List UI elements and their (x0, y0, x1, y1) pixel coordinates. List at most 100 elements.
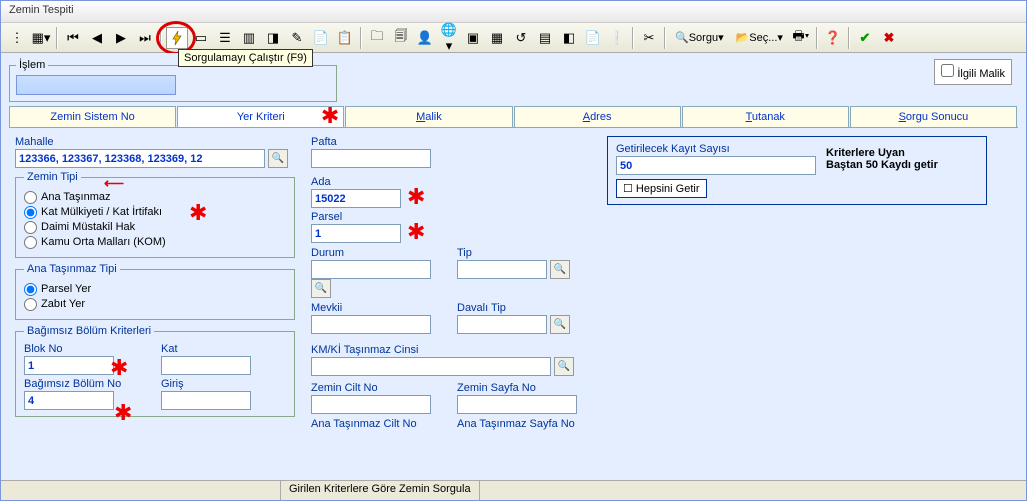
tb-icon-9[interactable]: 🗐 (390, 27, 412, 49)
zt-ana-tasinmaz[interactable]: Ana Taşınmaz (24, 191, 111, 203)
lightning-icon (169, 30, 185, 46)
tb-icon-16[interactable]: 📄 (582, 27, 604, 49)
tb-icon-8[interactable]: 🗀 (366, 27, 388, 49)
getir-description: Kriterlere UyanBaştan 50 Kaydı getir (826, 143, 938, 171)
zt-daimi-mustakil[interactable]: Daimi Müstakil Hak (24, 221, 135, 233)
tab-sorgu-sonucu[interactable]: Sorgu Sonucu (850, 106, 1017, 127)
ada-input[interactable] (311, 189, 401, 208)
zemin-tipi-group: Zemin Tipi ⟵ Ana Taşınmaz Kat Mülkiyeti … (15, 171, 295, 258)
nav-first-icon[interactable]: ⏮ (62, 27, 84, 49)
asayfa-label: Ana Taşınmaz Sayfa No (457, 418, 591, 430)
run-query-button[interactable] (166, 27, 188, 49)
kmki-label: KM/Kİ Taşınmaz Cinsi (311, 344, 591, 356)
tb-icon-11[interactable]: ▣ (462, 27, 484, 49)
att-parsel-yer[interactable]: Parsel Yer (24, 283, 91, 295)
zt-kat-mulkiyeti[interactable]: Kat Mülkiyeti / Kat İrtifakı (24, 206, 162, 218)
ilgili-malik-box: İlgili Malik (934, 59, 1012, 85)
bb-no-input[interactable] (24, 391, 114, 410)
column-1: Mahalle 🔍 Zemin Tipi ⟵ Ana Taşınmaz Kat … (15, 136, 295, 431)
tip-input[interactable] (457, 260, 547, 279)
getir-label: Getirilecek Kayıt Sayısı (616, 143, 816, 155)
zsayfa-label: Zemin Sayfa No (457, 382, 591, 394)
mahalle-input[interactable] (15, 149, 265, 168)
pafta-label: Pafta (311, 136, 591, 148)
tb-icon-1[interactable]: ▭ (190, 27, 212, 49)
print-icon[interactable]: 🖶▾ (790, 27, 812, 49)
ilgili-malik-checkbox[interactable] (941, 64, 954, 77)
calendar-dropdown-icon[interactable]: ▦▾ (30, 27, 52, 49)
kat-label: Kat (161, 343, 286, 355)
tab-zemin-sistem-no[interactable]: Zemin Sistem No (9, 106, 176, 127)
tb-icon-14[interactable]: ▤ (534, 27, 556, 49)
giris-input[interactable] (161, 391, 251, 410)
kmki-lookup-icon[interactable]: 🔍 (554, 357, 574, 376)
getir-count-input[interactable] (616, 156, 816, 175)
tb-icon-6[interactable]: 📄 (310, 27, 332, 49)
tb-icon-5[interactable]: ✎ (286, 27, 308, 49)
islem-input[interactable] (16, 75, 176, 95)
pafta-input[interactable] (311, 149, 431, 168)
tab-malik[interactable]: Malik (345, 106, 512, 127)
blok-no-label: Blok No (24, 343, 149, 355)
tb-icon-4[interactable]: ◨ (262, 27, 284, 49)
status-bar: Girilen Kriterlere Göre Zemin Sorgula (1, 480, 1026, 500)
tb-icon-7[interactable]: 📋 (334, 27, 356, 49)
tab-tutanak[interactable]: Tutanak (682, 106, 849, 127)
hepsini-getir-button[interactable]: ☐ Hepsini Getir (616, 179, 707, 198)
toolbar: ⋮ ▦▾ ⏮ ◀ ▶ ⏭ ▭ ☰ ▥ ◨ ✎ 📄 📋 🗀 🗐 👤 🌐▾ ▣ ▦ … (1, 23, 1026, 53)
tb-icon-10[interactable]: 👤 (414, 27, 436, 49)
title-bar: Zemin Tespiti (1, 1, 1026, 23)
cancel-icon[interactable]: ✖ (878, 27, 900, 49)
tb-icon-2[interactable]: ☰ (214, 27, 236, 49)
nav-prev-icon[interactable]: ◀ (86, 27, 108, 49)
getir-box: Getirilecek Kayıt Sayısı ☐ Hepsini Getir… (607, 136, 987, 205)
mahalle-label: Mahalle (15, 136, 295, 148)
zcilt-input[interactable] (311, 395, 431, 414)
islem-legend: İşlem (16, 59, 48, 71)
davali-tip-input[interactable] (457, 315, 547, 334)
tab-strip: Zemin Sistem No Yer Kriteri ✱ Malik Adre… (9, 106, 1018, 128)
tb-icon-3[interactable]: ▥ (238, 27, 260, 49)
ok-icon[interactable]: ✔ (854, 27, 876, 49)
mahalle-field: Mahalle 🔍 (15, 136, 295, 168)
kat-input[interactable] (161, 356, 251, 375)
parsel-input[interactable] (311, 224, 401, 243)
davali-tip-lookup-icon[interactable]: 🔍 (550, 315, 570, 334)
content-area: İşlem İlgili Malik Zemin Sistem No Yer K… (1, 53, 1026, 480)
zcilt-label: Zemin Cilt No (311, 382, 445, 394)
tab-yer-kriteri[interactable]: Yer Kriteri ✱ (177, 106, 344, 127)
zsayfa-input[interactable] (457, 395, 577, 414)
sorgu-button[interactable]: 🔍Sorgu▾ (670, 27, 729, 49)
tb-icon-17[interactable]: ✂ (638, 27, 660, 49)
kmki-input[interactable] (311, 357, 551, 376)
mevkii-input[interactable] (311, 315, 431, 334)
ada-label: Ada (311, 176, 591, 188)
sec-button[interactable]: 📂Seç...▾ (731, 27, 788, 49)
nav-next-icon[interactable]: ▶ (110, 27, 132, 49)
status-cell-1 (1, 481, 281, 500)
zt-kom[interactable]: Kamu Orta Malları (KOM) (24, 236, 166, 248)
tb-icon-13[interactable]: ↺ (510, 27, 532, 49)
nav-last-icon[interactable]: ⏭ (134, 27, 156, 49)
status-text: Girilen Kriterlere Göre Zemin Sorgula (281, 481, 480, 500)
tip-lookup-icon[interactable]: 🔍 (550, 260, 570, 279)
durum-input[interactable] (311, 260, 431, 279)
tb-icon-12[interactable]: ▦ (486, 27, 508, 49)
parsel-label: Parsel (311, 211, 591, 223)
grip-icon[interactable]: ⋮ (6, 27, 28, 49)
column-2: Pafta Ada ✱ Parsel ✱ Durum (311, 136, 591, 431)
window-title: Zemin Tespiti (9, 4, 74, 16)
ana-tasinmaz-tipi-group: Ana Taşınmaz Tipi Parsel Yer Zabıt Yer (15, 263, 295, 320)
mevkii-label: Mevkii (311, 302, 445, 314)
mahalle-lookup-icon[interactable]: 🔍 (268, 149, 288, 168)
tb-icon-17a[interactable]: ❕ (606, 27, 628, 49)
tb-icon-15[interactable]: ◧ (558, 27, 580, 49)
att-zabit-yer[interactable]: Zabıt Yer (24, 298, 85, 310)
tab-adres[interactable]: Adres (514, 106, 681, 127)
ilgili-malik-label[interactable]: İlgili Malik (941, 68, 1005, 80)
att-legend: Ana Taşınmaz Tipi (24, 263, 120, 275)
durum-lookup-icon[interactable]: 🔍 (311, 279, 331, 298)
globe-icon[interactable]: 🌐▾ (438, 27, 460, 49)
blok-no-input[interactable] (24, 356, 114, 375)
help-icon[interactable]: ❓ (822, 27, 844, 49)
